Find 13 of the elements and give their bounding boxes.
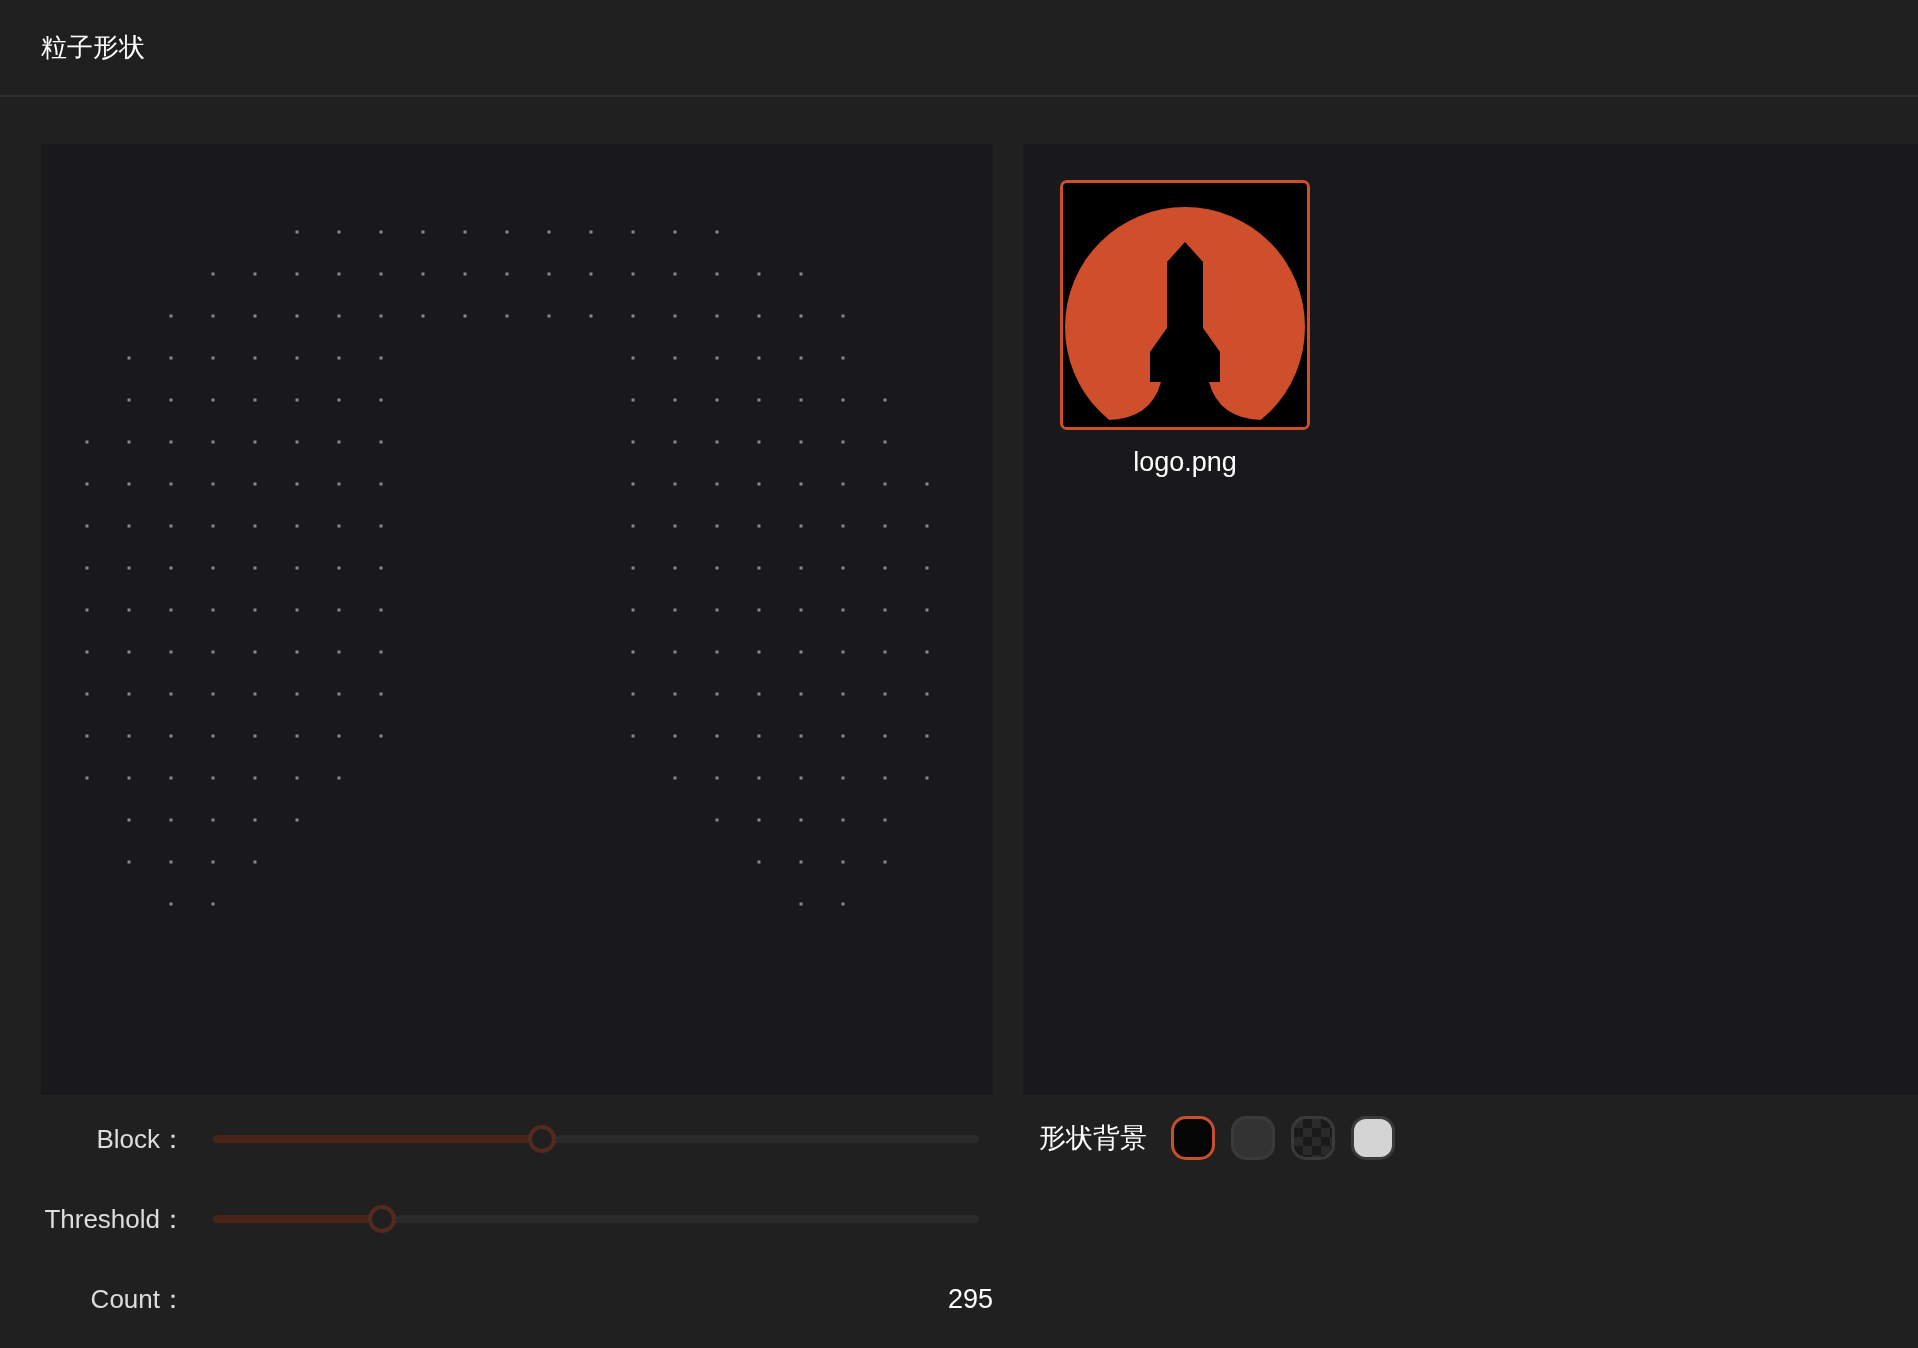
count-value: 295 bbox=[947, 1282, 993, 1316]
slider-thumb[interactable] bbox=[528, 1125, 557, 1153]
transparent-swatch[interactable] bbox=[1291, 1116, 1335, 1160]
slider-label: Threshold： bbox=[43, 1202, 186, 1236]
color-swatch[interactable] bbox=[1231, 1116, 1275, 1160]
color-swatch[interactable] bbox=[1351, 1116, 1395, 1160]
color-swatch[interactable] bbox=[1171, 1116, 1215, 1160]
slider-thumb[interactable] bbox=[367, 1205, 396, 1233]
count-label: Count： bbox=[89, 1282, 186, 1316]
page-title: 粒子形状 bbox=[41, 31, 145, 64]
background-label: 形状背景 bbox=[1039, 1120, 1147, 1155]
slider-label: Block： bbox=[95, 1122, 186, 1156]
file-name: logo.png bbox=[1133, 446, 1237, 479]
